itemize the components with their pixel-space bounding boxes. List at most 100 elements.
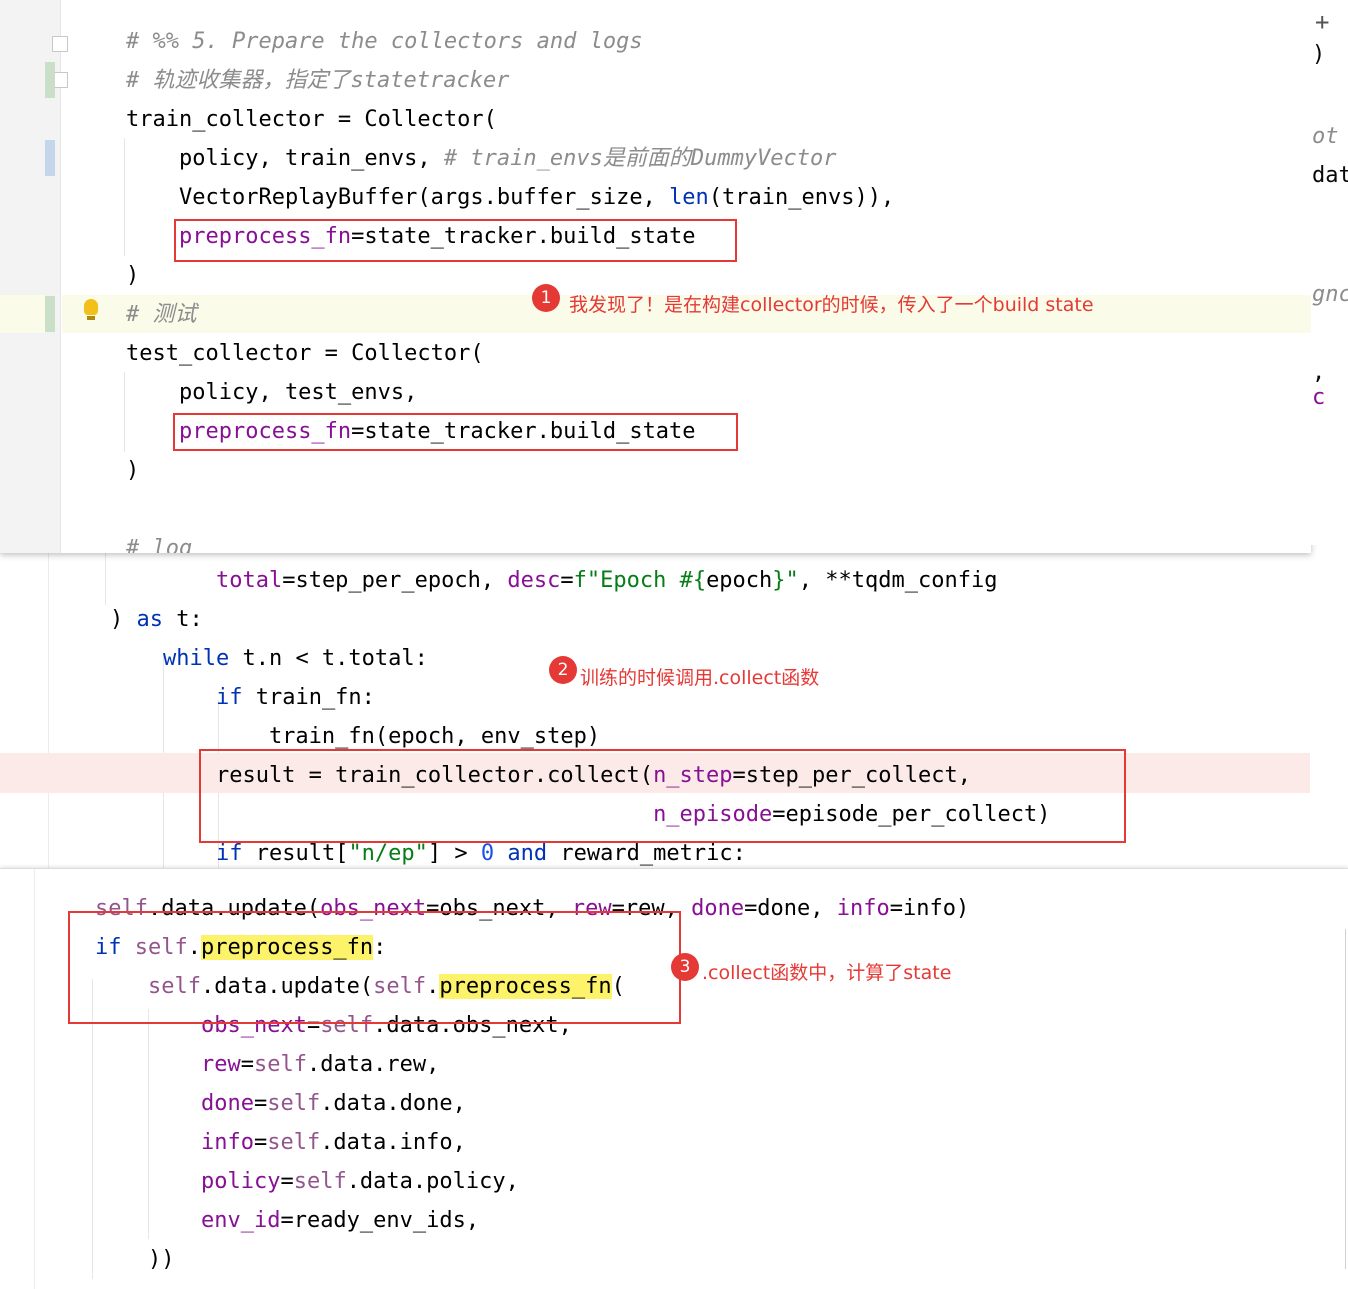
- code-token: policy, test_envs,: [126, 380, 418, 405]
- code-token: desc: [507, 568, 561, 593]
- annotation-badge-3: 3: [671, 953, 699, 981]
- code-token: policy, train_envs,: [126, 146, 444, 171]
- code-line[interactable]: if train_fn:: [110, 678, 375, 717]
- code-line[interactable]: ) as t:: [110, 600, 203, 639]
- edge-text: ): [1312, 42, 1326, 67]
- lightbulb-base: [87, 316, 95, 320]
- code-line[interactable]: # log: [126, 529, 192, 553]
- code-token: =info): [889, 896, 970, 921]
- indent-guide: [124, 138, 125, 256]
- code-token: f"Epoch #{: [573, 568, 707, 593]
- code-line[interactable]: policy=self.data.policy,: [95, 1162, 519, 1201]
- code-token: .data.policy,: [346, 1169, 519, 1194]
- code-token: train_collector = Collector(: [126, 107, 497, 132]
- annotation-badge-2: 2: [549, 656, 577, 684]
- highlight-box-collect-call: [199, 749, 1126, 843]
- code-token: reward_metric:: [547, 841, 746, 866]
- code-line[interactable]: rew=self.data.rew,: [95, 1045, 439, 1084]
- vcs-change-marker: [45, 62, 55, 98]
- code-line[interactable]: # 轨迹收集器，指定了statetracker: [126, 61, 509, 100]
- code-token: .data.rew,: [306, 1052, 440, 1077]
- code-token: ] >: [427, 841, 481, 866]
- lightbulb-icon[interactable]: [84, 299, 98, 315]
- code-token: # %% 5. Prepare the collectors and logs: [126, 29, 643, 54]
- add-icon[interactable]: +: [1315, 8, 1329, 36]
- gutter-fold-icon[interactable]: [52, 36, 68, 52]
- code-token: self: [293, 1169, 347, 1194]
- code-token: =: [253, 1091, 268, 1116]
- code-token: =done,: [744, 896, 837, 921]
- code-token: info: [836, 896, 890, 921]
- indent-guide: [124, 372, 125, 452]
- code-token: # 轨迹收集器，指定了statetracker: [126, 68, 510, 93]
- code-line[interactable]: policy, train_envs, # train_envs是前面的Dumm…: [126, 139, 837, 178]
- code-line[interactable]: # 测试: [126, 295, 197, 334]
- code-token: )): [95, 1247, 175, 1272]
- indent-guide: [48, 545, 49, 870]
- code-token: .data.done,: [320, 1091, 466, 1116]
- code-token: total: [215, 568, 283, 593]
- highlight-box-test-preprocess: [173, 413, 738, 451]
- code-token: # 测试: [126, 302, 197, 327]
- code-token: (train_envs)),: [708, 185, 895, 210]
- highlight-box-train-preprocess: [174, 219, 737, 262]
- code-line[interactable]: ): [126, 451, 139, 490]
- code-line[interactable]: VectorReplayBuffer(args.buffer_size, len…: [126, 178, 894, 217]
- vcs-change-marker: [45, 140, 55, 176]
- code-line[interactable]: test_collector = Collector(: [126, 334, 484, 373]
- annotation-note-2: 训练的时候调用.collect函数: [580, 667, 820, 689]
- code-line[interactable]: )): [95, 1240, 175, 1279]
- code-token: "n/ep": [348, 841, 428, 866]
- indent-guide: [92, 979, 93, 1279]
- vcs-change-marker: [45, 296, 55, 332]
- code-token: }": [772, 568, 799, 593]
- code-token: env_id: [200, 1208, 281, 1233]
- code-token: policy: [200, 1169, 281, 1194]
- code-line[interactable]: env_id=ready_env_ids,: [95, 1201, 479, 1240]
- code-token: info: [200, 1130, 254, 1155]
- annotation-note-3: .collect函数中，计算了state: [702, 962, 952, 984]
- caret-line-highlight-left: [0, 295, 45, 333]
- code-line[interactable]: ): [126, 256, 139, 295]
- code-token: while: [162, 646, 230, 671]
- code-token: self: [267, 1130, 321, 1155]
- code-token: len: [669, 185, 709, 210]
- code-line[interactable]: info=self.data.info,: [95, 1123, 466, 1162]
- code-token: # log: [126, 536, 193, 553]
- code-token: =: [560, 568, 574, 593]
- code-line[interactable]: total=step_per_epoch, desc=f"Epoch #{epo…: [110, 561, 998, 600]
- code-line[interactable]: # %% 5. Prepare the collectors and logs: [126, 22, 643, 61]
- edge-text: dat: [1312, 163, 1348, 188]
- code-token: done: [691, 896, 745, 921]
- code-line[interactable]: policy, test_envs,: [126, 373, 417, 412]
- code-token: t.n < t.total:: [229, 646, 428, 671]
- code-token: train_fn(epoch, env_step): [110, 724, 601, 749]
- code-token: epoch: [706, 568, 773, 593]
- code-line[interactable]: while t.n < t.total:: [110, 639, 428, 678]
- indent-guide: [105, 545, 106, 605]
- code-line[interactable]: done=self.data.done,: [95, 1084, 466, 1123]
- editor-top-panel: # %% 5. Prepare the collectors and logs #…: [0, 0, 1311, 553]
- code-token: test_collector = Collector(: [126, 341, 484, 366]
- code-token: =: [240, 1052, 254, 1077]
- code-token: self: [267, 1091, 321, 1116]
- code-token: train_fn:: [242, 685, 375, 710]
- code-token: =ready_env_ids,: [280, 1208, 480, 1233]
- code-token: ): [126, 458, 140, 483]
- code-token: and: [507, 841, 548, 866]
- annotation-badge-1: 1: [532, 284, 560, 312]
- code-token: =: [280, 1169, 294, 1194]
- code-token: .data.info,: [320, 1130, 466, 1155]
- code-line[interactable]: train_collector = Collector(: [126, 100, 497, 139]
- code-token: # train_envs是前面的DummyVector: [443, 146, 837, 171]
- code-token: rew: [200, 1052, 241, 1077]
